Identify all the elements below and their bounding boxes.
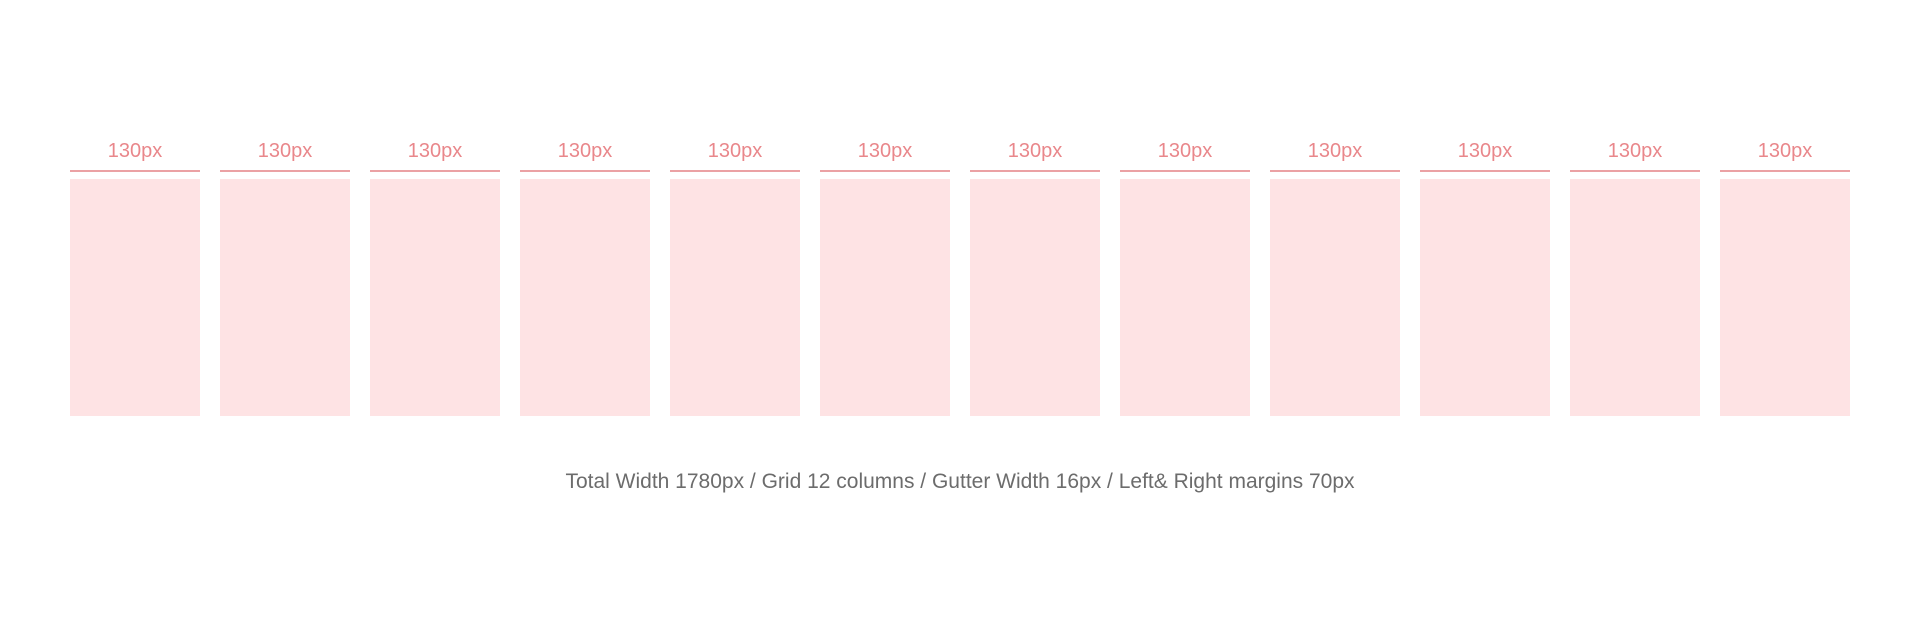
grid-column: 130px [1270, 140, 1400, 416]
column-measure-line [1570, 170, 1700, 172]
column-block [1720, 179, 1850, 416]
grid-column: 130px [220, 140, 350, 416]
grid-column: 130px [970, 140, 1100, 416]
column-measure-line [70, 170, 200, 172]
column-measure-line [820, 170, 950, 172]
column-width-label: 130px [557, 140, 613, 162]
column-width-label: 130px [1307, 140, 1363, 162]
column-measure-line [1720, 170, 1850, 172]
column-measure-line [1120, 170, 1250, 172]
column-block [1120, 179, 1250, 416]
column-block [1420, 179, 1550, 416]
column-width-label: 130px [1007, 140, 1063, 162]
column-block [520, 179, 650, 416]
column-measure-line [1420, 170, 1550, 172]
column-block [1270, 179, 1400, 416]
grid-spec-caption: Total Width 1780px / Grid 12 columns / G… [565, 470, 1355, 493]
column-width-label: 130px [1157, 140, 1213, 162]
column-block [70, 179, 200, 416]
grid-column: 130px [520, 140, 650, 416]
grid-column: 130px [1570, 140, 1700, 416]
column-width-label: 130px [407, 140, 463, 162]
grid-column: 130px [1420, 140, 1550, 416]
column-measure-line [1270, 170, 1400, 172]
column-measure-line [220, 170, 350, 172]
column-width-label: 130px [1757, 140, 1813, 162]
column-width-label: 130px [257, 140, 313, 162]
column-width-label: 130px [1607, 140, 1663, 162]
grid-column: 130px [820, 140, 950, 416]
column-width-label: 130px [707, 140, 763, 162]
grid-column: 130px [1720, 140, 1850, 416]
column-block [1570, 179, 1700, 416]
column-measure-line [520, 170, 650, 172]
grid-column: 130px [70, 140, 200, 416]
grid-column: 130px [370, 140, 500, 416]
column-block [670, 179, 800, 416]
column-measure-line [970, 170, 1100, 172]
grid-column: 130px [1120, 140, 1250, 416]
grid-columns-diagram: 130px 130px 130px 130px 130px 130px 130px 130px… [70, 140, 1850, 416]
column-block [220, 179, 350, 416]
column-block [970, 179, 1100, 416]
column-block [370, 179, 500, 416]
column-block [820, 179, 950, 416]
column-width-label: 130px [857, 140, 913, 162]
column-width-label: 130px [1457, 140, 1513, 162]
grid-column: 130px [670, 140, 800, 416]
column-measure-line [670, 170, 800, 172]
column-measure-line [370, 170, 500, 172]
column-width-label: 130px [107, 140, 163, 162]
